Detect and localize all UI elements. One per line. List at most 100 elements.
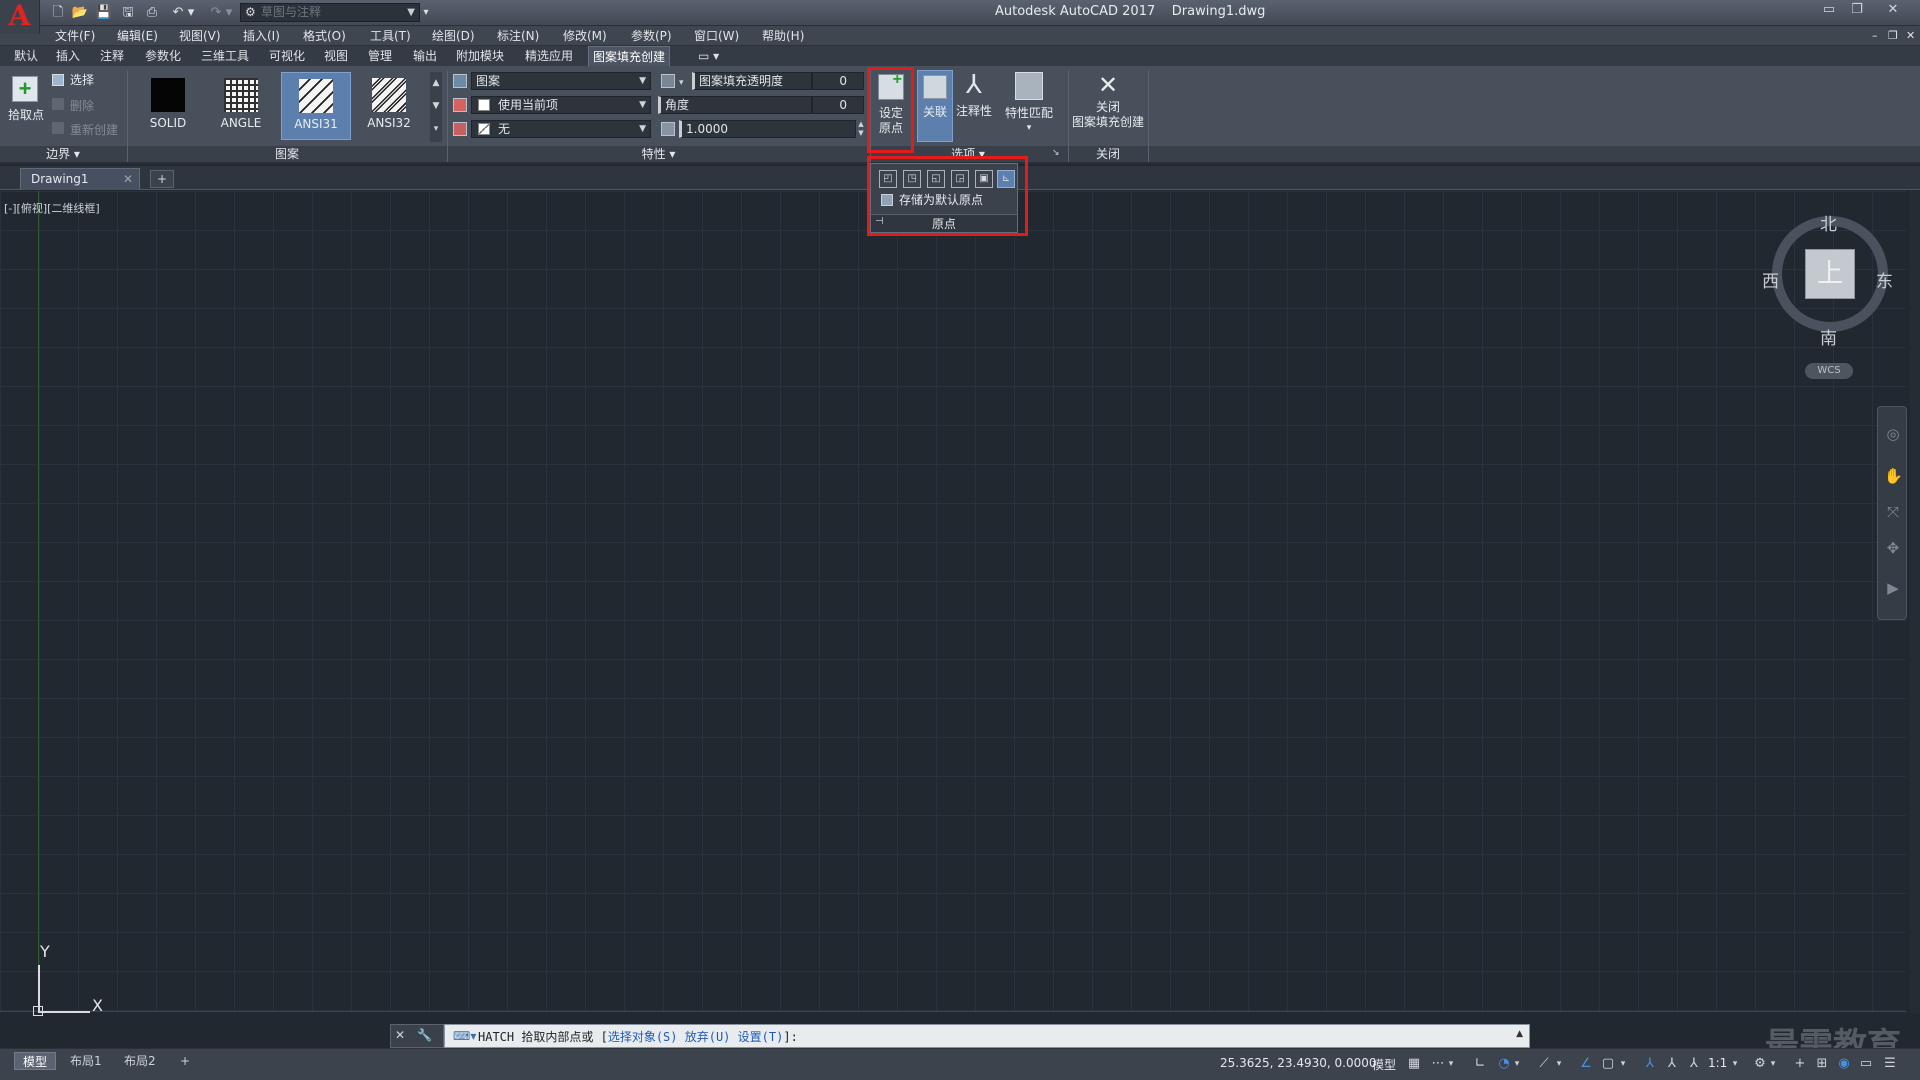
close-command-icon[interactable]: ✕ bbox=[395, 1028, 405, 1042]
doc-minimize-icon[interactable]: – bbox=[1872, 27, 1878, 45]
annotation-monitor-icon[interactable]: + bbox=[1790, 1054, 1810, 1074]
units-icon[interactable]: ⊞ bbox=[1812, 1054, 1832, 1074]
auto-scale-icon[interactable]: ⅄ bbox=[1662, 1054, 1682, 1074]
tab-parametric[interactable]: 参数化 bbox=[141, 46, 185, 66]
close-tab-icon[interactable]: ✕ bbox=[123, 169, 133, 189]
hatch-type-select[interactable]: 图案 ▼ bbox=[471, 72, 651, 90]
save-icon[interactable]: 💾 bbox=[94, 3, 114, 23]
customize-wrench-icon[interactable]: 🔧 bbox=[417, 1028, 432, 1042]
save-as-icon[interactable]: 🖫 bbox=[118, 3, 138, 23]
hatch-color-select[interactable]: 使用当前项 ▼ bbox=[471, 96, 651, 114]
compass-north[interactable]: 北 bbox=[1820, 210, 1837, 235]
close-icon[interactable]: ✕ bbox=[1880, 1, 1906, 19]
properties-panel-label[interactable]: 特性 ▾ bbox=[447, 146, 870, 162]
undo-dropdown-icon[interactable]: ▾ bbox=[186, 3, 196, 23]
pattern-angle[interactable]: ANGLE bbox=[206, 72, 276, 140]
command-history-icon[interactable]: ⌨▾ bbox=[453, 1029, 476, 1043]
pattern-ansi32[interactable]: ANSI32 bbox=[354, 72, 424, 140]
compass-west[interactable]: 西 bbox=[1762, 267, 1779, 292]
tab-manage[interactable]: 管理 bbox=[364, 46, 396, 66]
workspace-select[interactable]: ⚙ 草图与注释 ▼ bbox=[240, 3, 420, 22]
angle-value[interactable]: 0 bbox=[812, 96, 864, 114]
application-menu-button[interactable]: A bbox=[0, 0, 40, 34]
menu-draw[interactable]: 绘图(D) bbox=[432, 27, 475, 45]
match-properties-button[interactable]: 特性匹配 ▾ bbox=[1002, 70, 1056, 140]
menu-modify[interactable]: 修改(M) bbox=[563, 27, 607, 45]
object-snap-icon[interactable]: ▢ bbox=[1598, 1054, 1618, 1074]
boundary-panel-label[interactable]: 边界 ▾ bbox=[0, 146, 126, 162]
dialog-launcher-icon[interactable]: ↘ bbox=[1052, 148, 1060, 158]
undo-icon[interactable]: ↶ bbox=[168, 3, 188, 23]
annotation-scale-select[interactable]: 1:1 bbox=[1708, 1056, 1727, 1070]
tab-insert[interactable]: 插入 bbox=[52, 46, 84, 66]
customization-menu-icon[interactable]: ☰ bbox=[1880, 1054, 1900, 1074]
coordinates-readout[interactable]: 25.3625, 23.4930, 0.0000 bbox=[1220, 1056, 1377, 1070]
compass-south[interactable]: 南 bbox=[1820, 324, 1837, 349]
close-hatch-creation-button[interactable]: ✕ 关闭 图案填充创建 bbox=[1070, 70, 1146, 142]
annotation-visibility-icon[interactable]: ⅄ bbox=[1640, 1054, 1660, 1074]
minimize-icon[interactable]: ▭ bbox=[1816, 1, 1842, 19]
vertical-scrollbar[interactable] bbox=[1910, 191, 1920, 1013]
menu-view[interactable]: 视图(V) bbox=[179, 27, 221, 45]
open-file-icon[interactable]: 📂 bbox=[70, 3, 90, 23]
option-select-objects[interactable]: 选择对象(S) bbox=[608, 1030, 678, 1044]
grid-icon[interactable]: ▦ bbox=[1404, 1054, 1424, 1074]
snap-icon[interactable]: ⋯ bbox=[1428, 1054, 1448, 1074]
clean-screen-icon[interactable]: ▭ bbox=[1856, 1054, 1876, 1074]
pattern-ansi31[interactable]: ANSI31 bbox=[281, 72, 351, 140]
tab-3d-tools[interactable]: 三维工具 bbox=[197, 46, 253, 66]
chevron-down-icon[interactable]: ▾ bbox=[1768, 1054, 1778, 1074]
workspace-gear-icon[interactable]: ⚙ bbox=[1750, 1054, 1770, 1074]
background-color-select[interactable]: 无 ▼ bbox=[471, 120, 651, 138]
wcs-menu[interactable]: WCS bbox=[1805, 363, 1853, 379]
chevron-down-icon[interactable]: ▾ bbox=[1618, 1054, 1628, 1074]
restore-icon[interactable]: ❐ bbox=[1844, 1, 1870, 19]
new-tab-button[interactable]: + bbox=[150, 170, 174, 188]
menu-insert[interactable]: 插入(I) bbox=[243, 27, 280, 45]
pick-points-button[interactable]: 拾取点 bbox=[4, 108, 48, 123]
chevron-down-icon[interactable]: ▾ bbox=[1446, 1054, 1456, 1074]
compass-east[interactable]: 东 bbox=[1876, 267, 1893, 292]
command-history-up-icon[interactable]: ▲ bbox=[1516, 1029, 1523, 1039]
layout-tab-layout1[interactable]: 布局1 bbox=[62, 1052, 110, 1070]
option-settings[interactable]: 设置(T) bbox=[738, 1030, 784, 1044]
drawing-canvas[interactable] bbox=[0, 191, 1906, 1013]
redo-dropdown-icon[interactable]: ▾ bbox=[224, 3, 234, 23]
associative-button[interactable]: 关联 bbox=[917, 70, 953, 142]
zoom-icon[interactable]: ⤧ bbox=[1884, 503, 1902, 521]
polar-tracking-icon[interactable]: ◔ bbox=[1494, 1054, 1514, 1074]
chevron-down-icon[interactable]: ▾ bbox=[1554, 1054, 1564, 1074]
print-icon[interactable]: ⎙ bbox=[142, 3, 162, 23]
new-file-icon[interactable]: 🗋 bbox=[48, 3, 68, 23]
ortho-icon[interactable]: ∟ bbox=[1470, 1054, 1490, 1074]
tab-visualize[interactable]: 可视化 bbox=[265, 46, 309, 66]
layout-tab-layout2[interactable]: 布局2 bbox=[116, 1052, 164, 1070]
chevron-down-icon[interactable]: ▾ bbox=[1512, 1054, 1522, 1074]
doc-restore-icon[interactable]: ❐ bbox=[1888, 27, 1898, 45]
redo-icon[interactable]: ↷ bbox=[206, 3, 226, 23]
viewcube-top-face[interactable]: 上 bbox=[1805, 249, 1855, 299]
pick-points-icon[interactable]: + bbox=[12, 76, 38, 102]
chevron-down-icon[interactable]: ▾ bbox=[679, 78, 684, 88]
tab-addins[interactable]: 附加模块 bbox=[452, 46, 508, 66]
document-tab-drawing1[interactable]: Drawing1 ✕ bbox=[20, 168, 140, 190]
orbit-icon[interactable]: ✥ bbox=[1884, 539, 1902, 557]
menu-file[interactable]: 文件(F) bbox=[55, 27, 95, 45]
menu-format[interactable]: 格式(O) bbox=[303, 27, 346, 45]
annotation-scale-icon[interactable]: ⅄ bbox=[1684, 1054, 1704, 1074]
scale-spinner[interactable]: ▲ ▼ bbox=[856, 120, 866, 138]
viewport-controls-label[interactable]: [-][俯视][二维线框] bbox=[4, 200, 100, 216]
steering-wheel-icon[interactable]: ◎ bbox=[1884, 425, 1902, 443]
chevron-down-icon[interactable]: ▾ bbox=[1730, 1054, 1740, 1074]
menu-dimension[interactable]: 标注(N) bbox=[497, 27, 539, 45]
model-space-toggle[interactable]: 模型 bbox=[1372, 1056, 1396, 1073]
showmotion-icon[interactable]: ▶ bbox=[1884, 579, 1902, 597]
tab-view[interactable]: 视图 bbox=[320, 46, 352, 66]
add-layout-button[interactable]: + bbox=[172, 1052, 198, 1070]
tab-annotate[interactable]: 注释 bbox=[96, 46, 128, 66]
command-line-handle[interactable]: ✕ 🔧 bbox=[390, 1024, 444, 1048]
select-objects-button[interactable]: 选择 bbox=[70, 73, 94, 88]
transparency-value[interactable]: 0 bbox=[812, 72, 864, 90]
transparency-label[interactable]: 图案填充透明度 bbox=[692, 72, 812, 90]
menu-edit[interactable]: 编辑(E) bbox=[117, 27, 158, 45]
